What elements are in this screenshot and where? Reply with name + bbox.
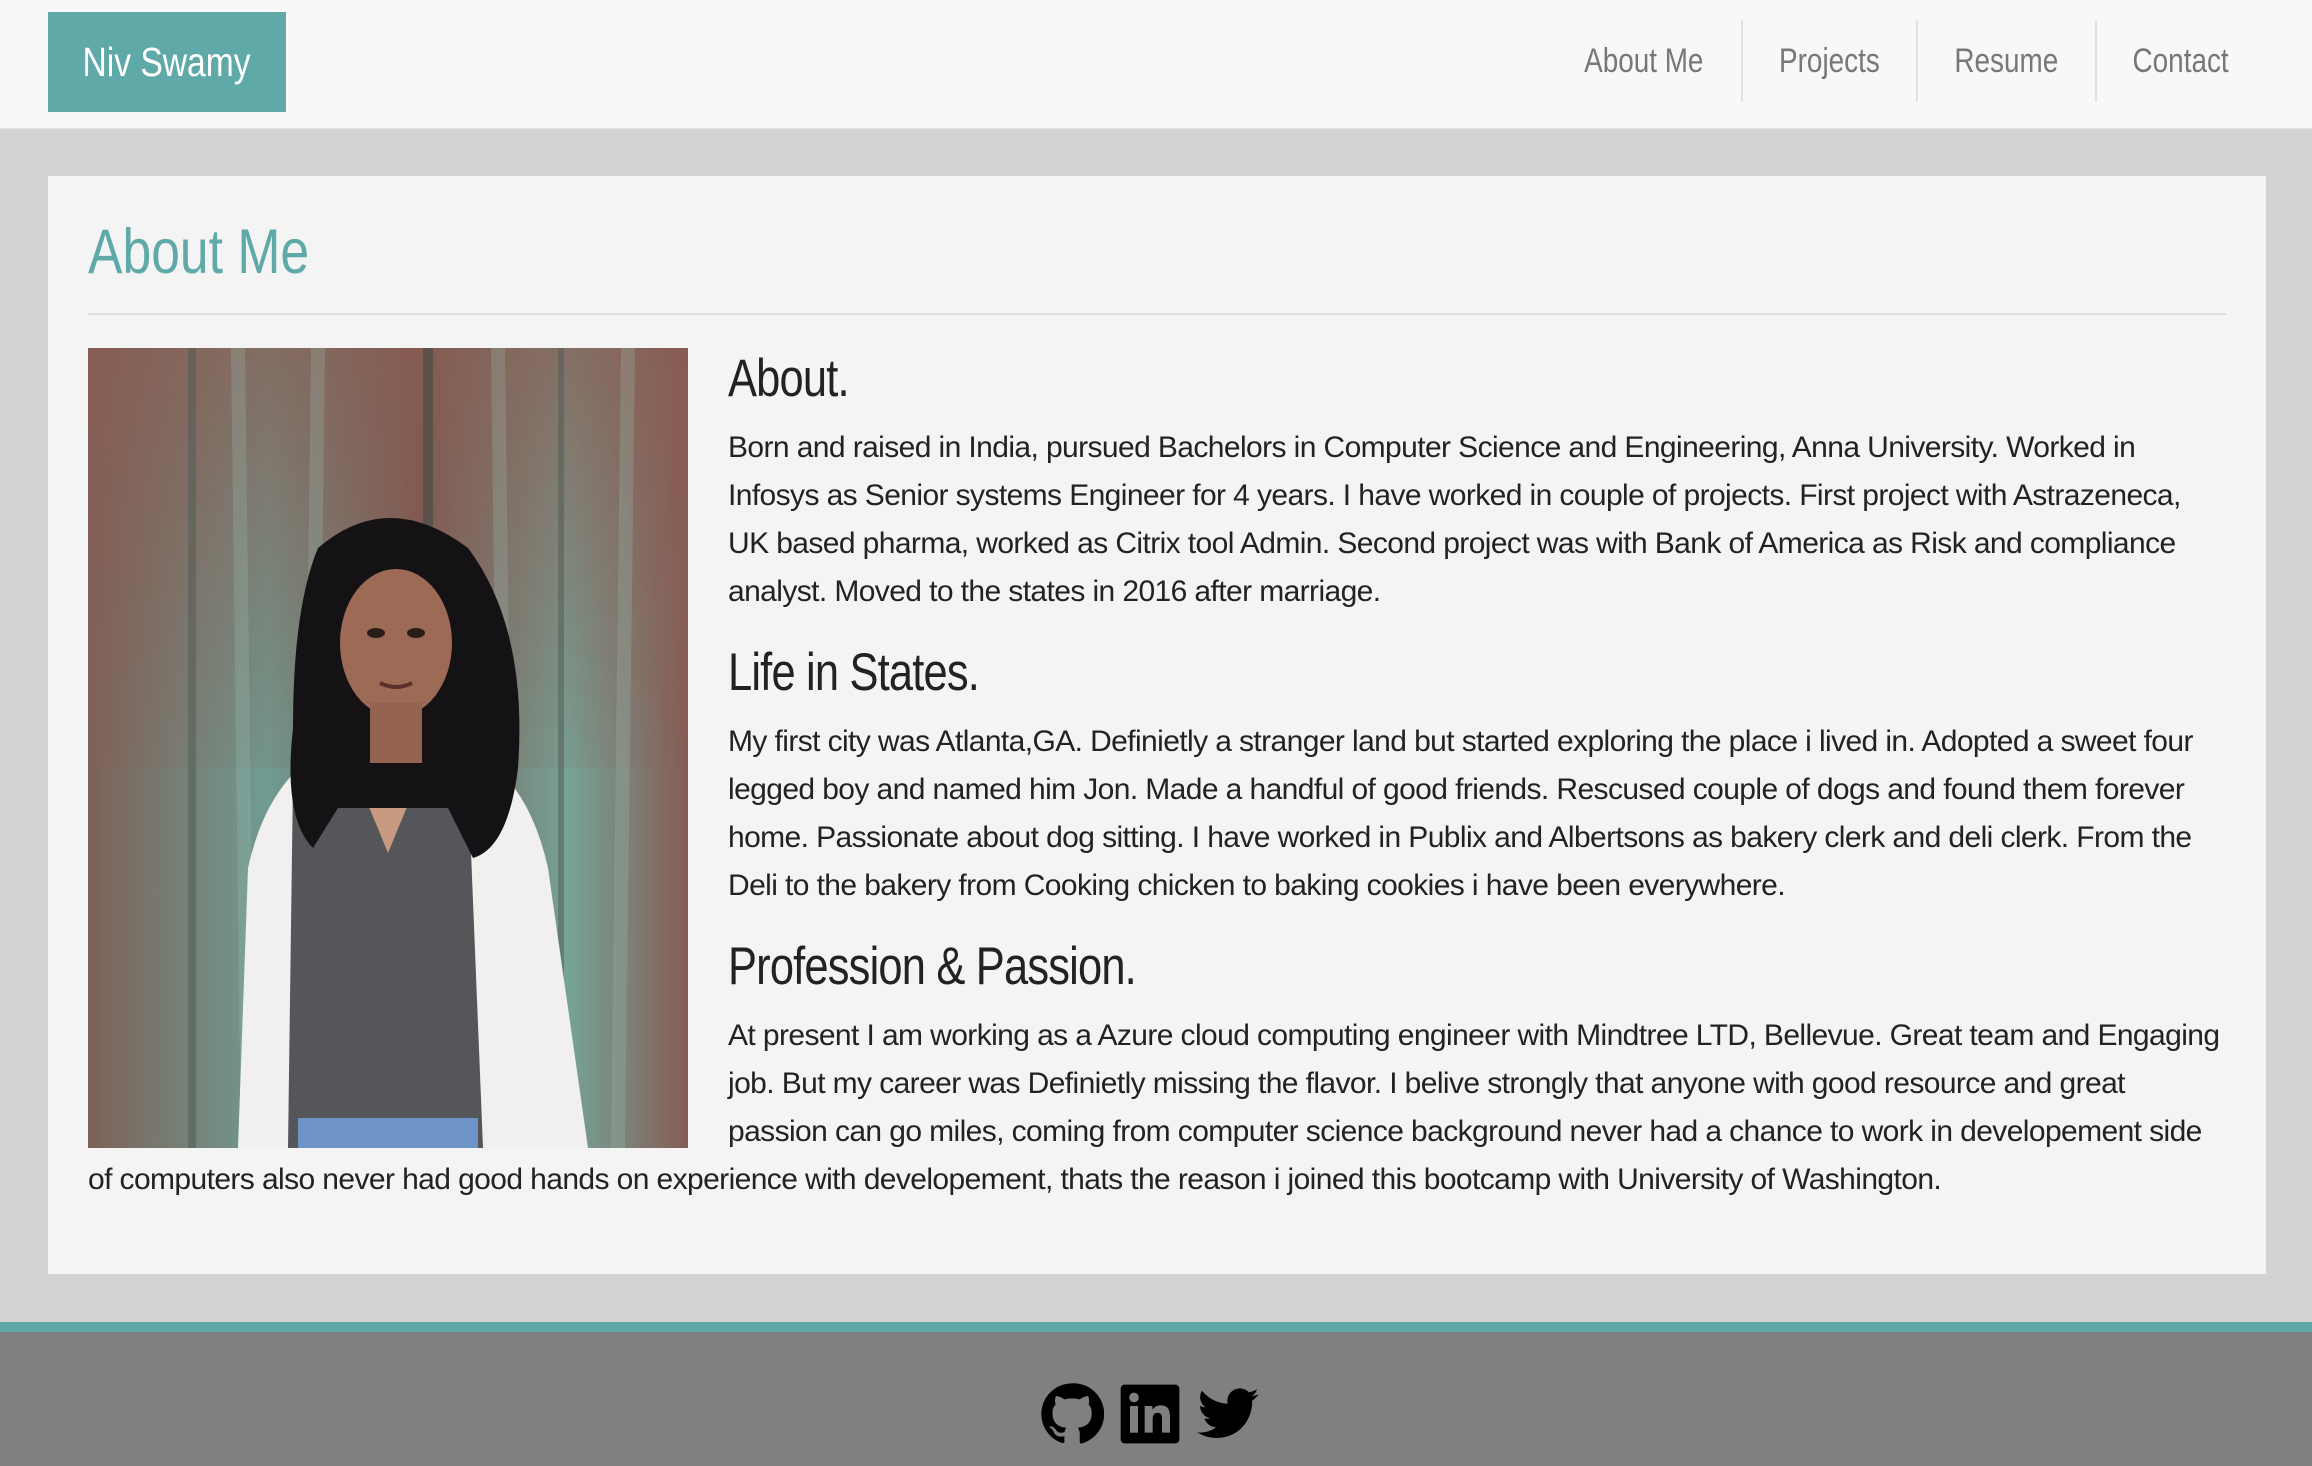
footer xyxy=(0,1322,2312,1466)
github-icon[interactable] xyxy=(1040,1382,1104,1446)
about-card: About Me About. Born and raised in India… xyxy=(48,176,2266,1274)
divider xyxy=(88,313,2226,315)
brand-logo[interactable]: Niv Swamy xyxy=(48,12,286,112)
social-links xyxy=(1040,1382,1260,1446)
page-title: About Me xyxy=(88,217,310,287)
nav-item-about-me[interactable]: About Me xyxy=(1546,20,1742,102)
nav-menu: About Me Projects Resume Contact xyxy=(1546,20,2264,102)
nav-item-resume[interactable]: Resume xyxy=(1916,20,2095,102)
twitter-icon[interactable] xyxy=(1196,1382,1260,1446)
navbar: Niv Swamy About Me Projects Resume Conta… xyxy=(0,0,2312,129)
nav-item-projects[interactable]: Projects xyxy=(1741,20,1916,102)
nav-item-contact[interactable]: Contact xyxy=(2094,20,2264,102)
linkedin-icon[interactable] xyxy=(1118,1382,1182,1446)
about-content: About. Born and raised in India, pursued… xyxy=(88,348,2228,1230)
